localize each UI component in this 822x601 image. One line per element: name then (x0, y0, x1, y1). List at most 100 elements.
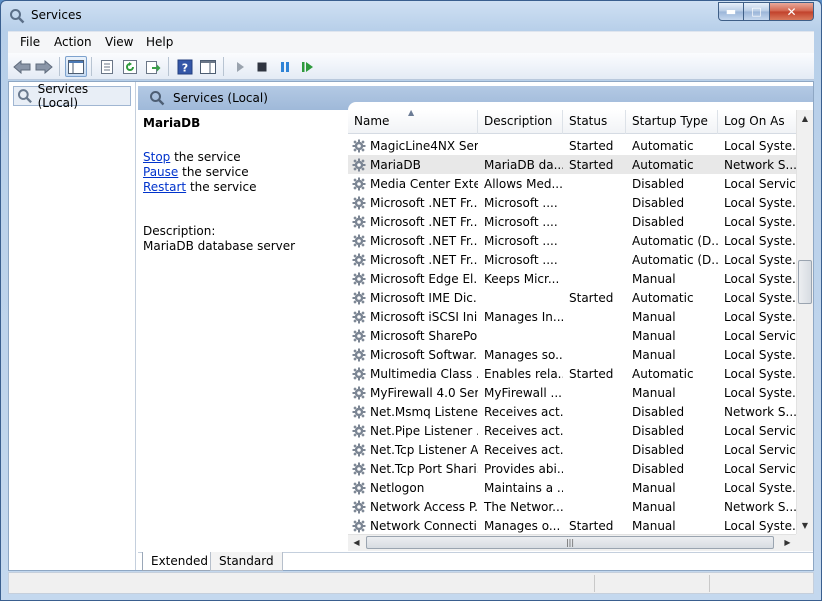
menu-file[interactable]: File (20, 35, 40, 49)
service-name: Microsoft Edge El... (370, 271, 478, 286)
column-header-status[interactable]: Status (563, 110, 626, 134)
selected-service-name: MariaDB (143, 116, 201, 130)
main-pane: Services (Local) MariaDB Stop the servic… (138, 82, 813, 571)
table-row[interactable]: Microsoft Softwar... Manages so... Manual L… (348, 345, 796, 364)
vertical-scrollbar[interactable]: ▲ ▼ (796, 110, 813, 534)
status-bar-divider (709, 575, 710, 592)
menu-action[interactable]: Action (54, 35, 92, 49)
table-row[interactable]: Network Connecti... Manages o... Started Ma… (348, 516, 796, 534)
service-name-cell: Net.Pipe Listener ... (348, 424, 478, 438)
menu-view[interactable]: View (105, 35, 133, 49)
column-header-startup-type-label: Startup Type (632, 114, 708, 128)
table-row[interactable]: MagicLine4NX Ser... Started Automatic Local… (348, 136, 796, 155)
service-status-cell: Started (569, 366, 614, 381)
table-row[interactable]: Microsoft IME Dic... Started Automatic Loca… (348, 288, 796, 307)
stop-link[interactable]: Stop (143, 150, 170, 164)
column-header-description[interactable]: Description (478, 110, 563, 134)
column-header-startup-type[interactable]: Startup Type (626, 110, 718, 134)
table-row[interactable]: Net.Tcp Port Shari... Provides abi... Disa… (348, 459, 796, 478)
table-row[interactable]: Microsoft SharePo... Manual Local Service (348, 326, 796, 345)
service-gear-icon (352, 196, 366, 209)
service-startup-type-cell: Disabled (632, 423, 685, 438)
service-name: MagicLine4NX Ser... (370, 138, 478, 153)
service-name-cell: Microsoft .NET Fr... (348, 196, 478, 210)
table-row[interactable]: Microsoft Edge El... Keeps Micr... Manual L… (348, 269, 796, 288)
services-list: MagicLine4NX Ser... Started Automatic Local… (348, 136, 796, 534)
table-row[interactable]: Network Access P... The Networ... Manual Ne… (348, 497, 796, 516)
svg-text:?: ? (182, 61, 188, 74)
play-icon (237, 61, 244, 72)
pause-link[interactable]: Pause (143, 165, 178, 179)
console-tree-icon (68, 59, 84, 74)
stop-service-button[interactable] (251, 56, 273, 77)
refresh-button[interactable] (119, 56, 141, 77)
table-row[interactable]: Microsoft .NET Fr... Microsoft .... Automa… (348, 231, 796, 250)
properties-button[interactable] (96, 56, 118, 77)
restart-service-button[interactable] (297, 56, 319, 77)
tab-extended[interactable]: Extended (142, 552, 217, 571)
start-service-button[interactable] (229, 56, 251, 77)
column-header-log-on-as-label: Log On As (724, 114, 785, 128)
service-description-cell: MyFirewall ... (484, 385, 562, 400)
pause-service-button[interactable] (274, 56, 296, 77)
title-bar[interactable]: Services ▬ □ ✕ (1, 1, 821, 31)
scroll-down-icon[interactable]: ▼ (797, 517, 813, 534)
service-gear-icon (352, 215, 366, 228)
minimize-icon: ▬ (725, 5, 737, 18)
export-list-button[interactable] (142, 56, 164, 77)
scroll-right-icon[interactable]: ▶ (779, 535, 796, 551)
pause-action: Pause the service (143, 165, 249, 179)
service-log-on-as-cell: Local Service (724, 461, 796, 476)
menu-help[interactable]: Help (146, 35, 173, 49)
table-row[interactable]: Net.Tcp Listener A... Receives act... Disa… (348, 440, 796, 459)
show-hide-action-pane-button[interactable] (197, 56, 219, 77)
service-name-cell: Microsoft .NET Fr... (348, 215, 478, 229)
scroll-up-icon[interactable]: ▲ (797, 110, 813, 127)
table-row[interactable]: MariaDB MariaDB da... Started Automatic Netw… (348, 155, 796, 174)
show-hide-console-tree-button[interactable] (65, 56, 87, 77)
back-button[interactable] (11, 56, 33, 77)
horizontal-scrollbar[interactable]: ◀ ||| ▶ (348, 534, 796, 551)
service-log-on-as-cell: Network S... (724, 499, 796, 514)
vertical-scroll-thumb[interactable] (798, 260, 812, 304)
maximize-icon: □ (751, 5, 762, 18)
service-gear-icon (352, 139, 366, 152)
service-name-cell: Net.Tcp Listener A... (348, 443, 478, 457)
close-button[interactable]: ✕ (770, 2, 814, 21)
service-description-cell: Manages so... (484, 347, 563, 362)
horizontal-scroll-thumb[interactable]: ||| (366, 536, 774, 549)
table-row[interactable]: Microsoft iSCSI Ini... Manages In... Manua… (348, 307, 796, 326)
column-header-name[interactable]: ▲ Name (348, 110, 478, 134)
table-row[interactable]: MyFirewall 4.0 Ser... MyFirewall ... Manua… (348, 383, 796, 402)
help-button[interactable]: ? (174, 56, 196, 77)
minimize-button[interactable]: ▬ (718, 2, 744, 21)
tree-item-services-local[interactable]: Services (Local) (13, 82, 131, 110)
table-row[interactable]: Microsoft .NET Fr... Microsoft .... Disabl… (348, 193, 796, 212)
service-startup-type-cell: Disabled (632, 176, 685, 191)
forward-button[interactable] (33, 56, 55, 77)
table-row[interactable]: Microsoft .NET Fr... Microsoft .... Automa… (348, 250, 796, 269)
tab-standard[interactable]: Standard (210, 552, 283, 571)
pause-action-text: the service (178, 165, 249, 179)
service-description-cell: The Networ... (484, 499, 563, 514)
service-name: Multimedia Class ... (370, 366, 478, 381)
table-row[interactable]: Net.Pipe Listener ... Receives act... Disa… (348, 421, 796, 440)
sort-ascending-icon: ▲ (408, 110, 415, 117)
service-log-on-as-cell: Local Syste... (724, 347, 796, 362)
maximize-button[interactable]: □ (744, 2, 770, 21)
table-row[interactable]: Net.Msmq Listene... Receives act... Disabl… (348, 402, 796, 421)
toolbar-separator (91, 57, 92, 76)
service-name: Microsoft iSCSI Ini... (370, 309, 478, 324)
service-gear-icon (352, 500, 366, 513)
column-header-log-on-as[interactable]: Log On As (718, 110, 796, 134)
scroll-left-icon[interactable]: ◀ (348, 535, 365, 551)
table-row[interactable]: Media Center Exte... Allows Med... Disable… (348, 174, 796, 193)
console-tree: Services (Local) (9, 82, 136, 570)
restart-link[interactable]: Restart (143, 180, 186, 194)
table-row[interactable]: Microsoft .NET Fr... Microsoft .... Disabl… (348, 212, 796, 231)
table-row[interactable]: Netlogon Maintains a ... Manual Local Syste… (348, 478, 796, 497)
service-description-cell: Keeps Micr... (484, 271, 560, 286)
service-log-on-as-cell: Local Service (724, 176, 796, 191)
table-row[interactable]: Multimedia Class ... Enables rela... Start… (348, 364, 796, 383)
service-log-on-as-cell: Local Syste... (724, 480, 796, 495)
